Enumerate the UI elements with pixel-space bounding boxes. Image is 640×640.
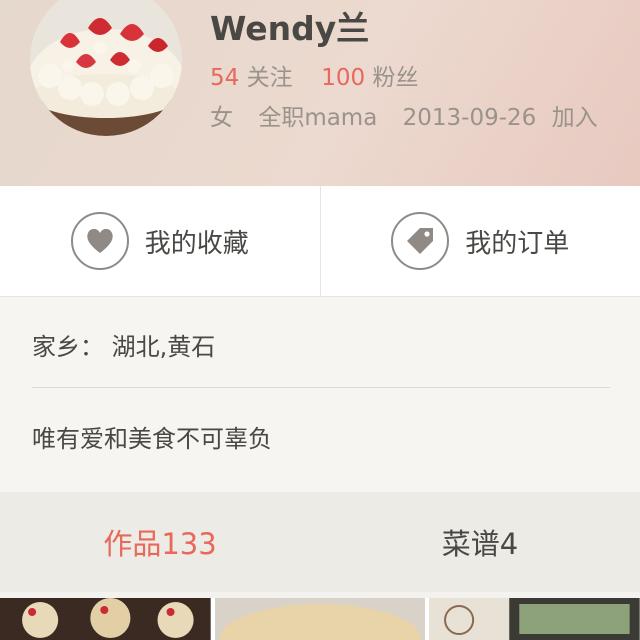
profile-stats: 54 关注 100 粉丝 xyxy=(210,58,418,92)
work-thumbnail[interactable] xyxy=(214,598,426,640)
occupation-text: 全职mama xyxy=(258,105,378,131)
avatar[interactable] xyxy=(30,0,182,136)
profile-info: 家乡： 湖北,黄石 唯有爱和美食不可辜负 xyxy=(0,297,640,492)
content-tabs: 作品133 菜谱4 xyxy=(0,492,640,592)
works-grid xyxy=(0,598,640,640)
work-thumbnail[interactable] xyxy=(429,598,640,640)
tab-works[interactable]: 作品133 xyxy=(0,492,320,592)
orders-label: 我的订单 xyxy=(465,228,570,259)
tag-icon xyxy=(391,212,450,270)
tab-recipes[interactable]: 菜谱4 xyxy=(320,492,640,592)
profile-name: Wendy兰 xyxy=(210,9,370,48)
favorites-button[interactable]: 我的收藏 xyxy=(0,186,320,296)
profile-header: Wendy兰 54 关注 100 粉丝 女 全职mama 2013-09-26 … xyxy=(0,0,640,186)
heart-icon xyxy=(70,212,129,270)
fans-label[interactable]: 粉丝 xyxy=(372,65,418,91)
favorites-label: 我的收藏 xyxy=(144,228,249,259)
work-thumbnail[interactable] xyxy=(0,598,211,640)
action-bar: 我的收藏 我的订单 xyxy=(0,186,640,297)
follow-count[interactable]: 54 xyxy=(210,65,239,91)
follow-label[interactable]: 关注 xyxy=(247,65,293,91)
join-label: 加入 xyxy=(551,105,598,131)
divider xyxy=(32,387,610,388)
avatar-cake-image xyxy=(30,0,182,136)
orders-button[interactable]: 我的订单 xyxy=(319,186,640,296)
join-date: 2013-09-26 xyxy=(402,105,537,131)
profile-meta: 女 全职mama 2013-09-26 加入 xyxy=(210,98,616,132)
hometown-text: 家乡： 湖北,黄石 xyxy=(32,333,216,361)
fans-count[interactable]: 100 xyxy=(321,65,365,91)
gender-text: 女 xyxy=(210,105,233,131)
motto-text: 唯有爱和美食不可辜负 xyxy=(32,425,272,453)
